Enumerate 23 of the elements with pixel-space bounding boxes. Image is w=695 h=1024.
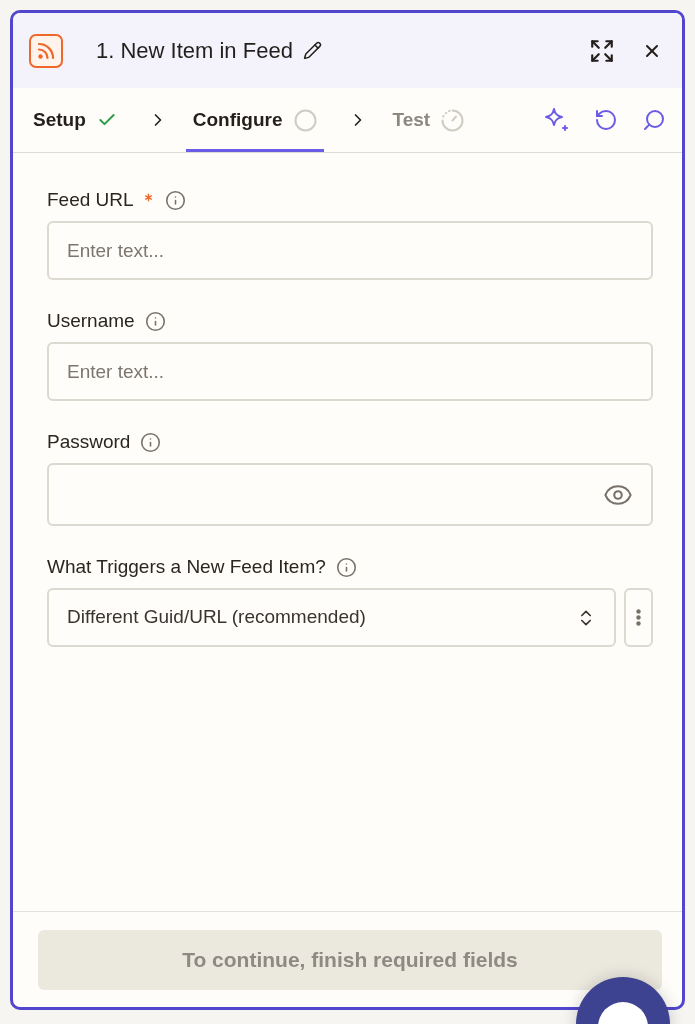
window-title: 1. New Item in Feed	[96, 37, 293, 65]
search-icon[interactable]	[642, 108, 666, 132]
vertical-dots-icon	[636, 609, 641, 626]
password-field[interactable]	[47, 463, 653, 526]
more-options-button[interactable]	[624, 588, 653, 647]
text-input-field[interactable]: Enter text...	[47, 342, 653, 401]
undo-icon[interactable]	[594, 108, 618, 132]
info-icon[interactable]	[144, 310, 166, 332]
field-label: What Triggers a New Feed Item?	[47, 554, 326, 579]
step-tab[interactable]: Configure	[185, 88, 324, 152]
text-input-field[interactable]: Enter text...	[47, 221, 653, 280]
info-icon[interactable]	[140, 431, 162, 453]
dropdown-field[interactable]: Different Guid/URL (recommended)	[47, 588, 616, 647]
field-label: Password	[47, 429, 131, 454]
info-icon[interactable]	[164, 189, 186, 211]
sparkle-icon[interactable]	[544, 107, 570, 133]
rss-icon	[29, 33, 63, 68]
pencil-icon[interactable]	[302, 41, 322, 60]
step-tab[interactable]: Setup	[26, 88, 124, 152]
field-label: Feed URL	[47, 187, 134, 212]
expand-icon[interactable]	[589, 37, 615, 64]
field-label: Username	[47, 308, 135, 333]
info-icon[interactable]	[335, 556, 357, 578]
